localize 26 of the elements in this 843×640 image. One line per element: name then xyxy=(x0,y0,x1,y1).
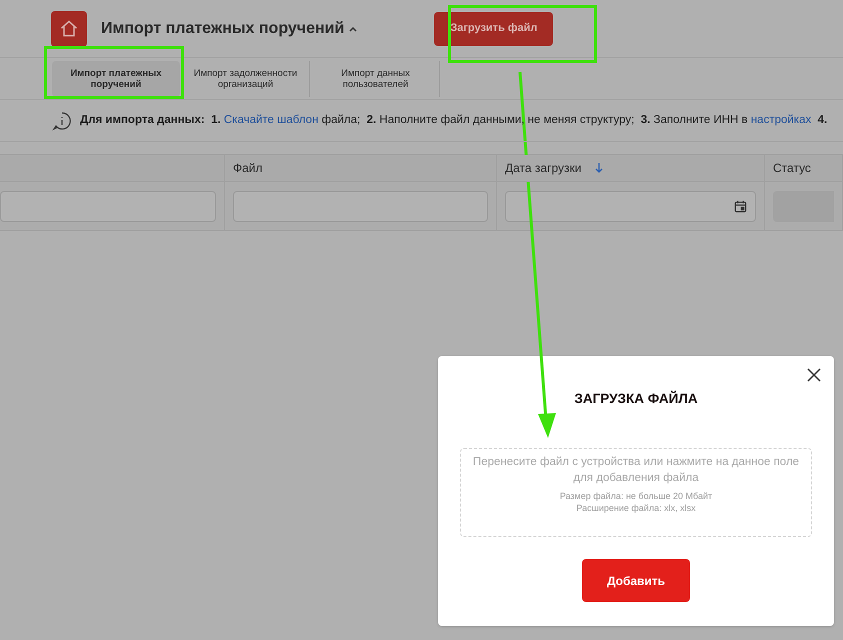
add-button[interactable]: Добавить xyxy=(582,559,690,602)
file-requirement: Размер файла: не больше 20 Мбайт xyxy=(560,490,712,502)
upload-button[interactable]: Загрузить файл xyxy=(434,12,554,46)
tab[interactable]: Импорт задолженности организаций xyxy=(182,60,310,96)
drop-instructions: Перенесите файл с устройства или нажмите на данное поле для добавления файла xyxy=(472,455,800,486)
date-field[interactable] xyxy=(505,190,756,222)
calendar-icon[interactable] xyxy=(734,200,747,212)
page-title: Импорт платежных поручений xyxy=(101,18,344,38)
info-icon xyxy=(52,110,72,130)
close-button[interactable] xyxy=(806,367,822,383)
column-header: Файл xyxy=(233,160,263,177)
home-icon xyxy=(59,18,79,38)
link[interactable]: настройках xyxy=(750,114,812,126)
column-header: Дата загрузки xyxy=(505,160,582,177)
home-button[interactable] xyxy=(51,10,87,46)
tab[interactable]: Импорт платежных поручений xyxy=(52,60,180,96)
dialog-title: ЗАГРУЗКА ФАЙЛА xyxy=(574,390,698,408)
column-header: Статус xyxy=(773,160,811,177)
sort-arrow-icon[interactable] xyxy=(595,163,604,173)
file-requirement: Расширение файла: xlx, xlsx xyxy=(576,502,696,514)
file-drop-zone[interactable]: Перенесите файл с устройства или нажмите на данное поле для добавления файла Размер файла: не больше 20 Мбайт Расширение файла: xlx, xlsx xyxy=(460,448,812,538)
tab[interactable]: Импорт данных пользователей xyxy=(312,60,440,96)
filter-field[interactable] xyxy=(0,190,216,222)
link[interactable]: Скачайте шаблон xyxy=(224,114,318,126)
close-icon xyxy=(807,368,821,382)
filter-field[interactable] xyxy=(233,190,488,222)
